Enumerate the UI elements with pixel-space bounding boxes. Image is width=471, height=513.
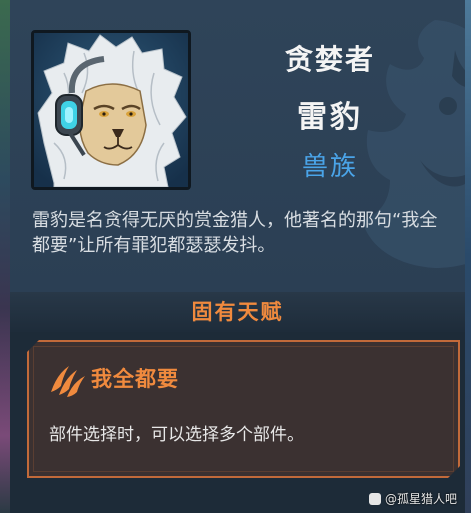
talent-description: 部件选择时，可以选择多个部件。 bbox=[49, 425, 304, 445]
left-edge-strip bbox=[0, 0, 10, 513]
character-race: 兽族 bbox=[301, 152, 358, 182]
source-watermark-text: @孤星猎人吧 bbox=[384, 492, 457, 506]
character-info-panel: 贪婪者 雷豹 兽族 雷豹是名贪得无厌的赏金猎人，他著名的那句“我全都要”让所有罪… bbox=[10, 0, 465, 513]
claw-icon bbox=[47, 362, 87, 398]
forum-logo-icon bbox=[368, 492, 381, 505]
talent-name: 我全都要 bbox=[91, 367, 179, 391]
character-description: 雷豹是名贪得无厌的赏金猎人，他著名的那句“我全都要”让所有罪犯都瑟瑟发抖。 bbox=[32, 210, 438, 256]
character-epithet: 贪婪者 bbox=[284, 43, 375, 76]
right-edge-strip bbox=[465, 0, 471, 513]
source-watermark: @孤星猎人吧 bbox=[368, 490, 457, 507]
talent-section-header: 固有天赋 bbox=[10, 292, 465, 332]
character-name: 雷豹 bbox=[297, 100, 363, 135]
talent-card[interactable]: 我全都要 部件选择时，可以选择多个部件。 bbox=[27, 340, 460, 478]
character-portrait bbox=[31, 30, 191, 190]
lion-portrait-icon bbox=[34, 33, 188, 187]
